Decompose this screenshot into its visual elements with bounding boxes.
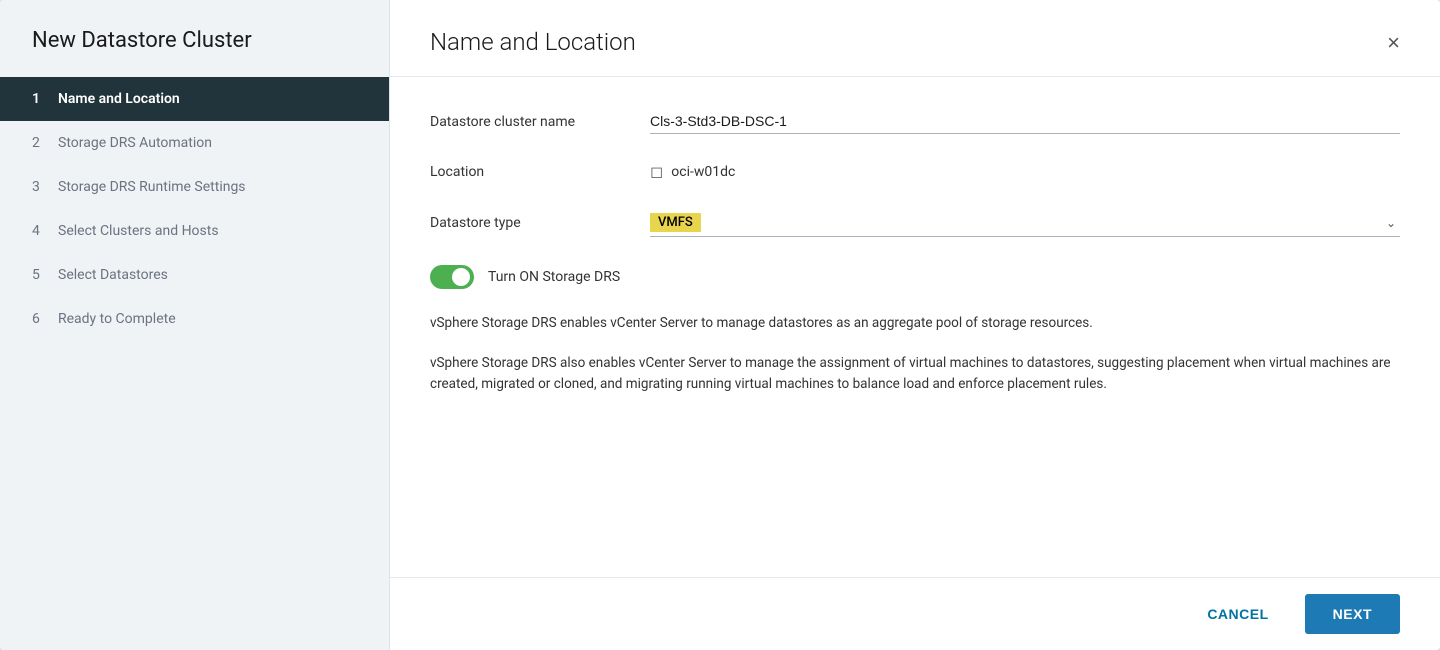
main-header: Name and Location × <box>390 0 1440 77</box>
cancel-button[interactable]: CANCEL <box>1187 596 1288 632</box>
datastore-type-value: VMFS ⌄ <box>650 209 1400 237</box>
sidebar-step-1[interactable]: 1 Name and Location <box>0 77 389 121</box>
step-number: 1 <box>32 91 50 107</box>
datastore-type-row: Datastore type VMFS ⌄ <box>430 209 1400 237</box>
step-label: Name and Location <box>58 91 180 107</box>
cluster-name-label: Datastore cluster name <box>430 114 650 130</box>
datastore-type-dropdown-wrapper: VMFS ⌄ <box>650 209 1400 237</box>
step-number: 6 <box>32 311 50 327</box>
new-datastore-cluster-dialog: New Datastore Cluster 1 Name and Locatio… <box>0 0 1440 650</box>
vmfs-highlight: VMFS <box>650 213 701 232</box>
datacenter-icon: ◻ <box>650 162 663 181</box>
step-number: 5 <box>32 267 50 283</box>
steps-list: 1 Name and Location 2 Storage DRS Automa… <box>0 77 389 341</box>
cluster-name-row: Datastore cluster name <box>430 109 1400 134</box>
sidebar: New Datastore Cluster 1 Name and Locatio… <box>0 0 390 650</box>
location-row: Location ◻ oci-w01dc <box>430 162 1400 181</box>
main-footer: CANCEL NEXT <box>390 577 1440 650</box>
sidebar-step-2[interactable]: 2 Storage DRS Automation <box>0 121 389 165</box>
main-panel: Name and Location × Datastore cluster na… <box>390 0 1440 650</box>
step-label: Storage DRS Automation <box>58 135 212 151</box>
toggle-slider <box>430 265 474 289</box>
dropdown-arrow-icon: ⌄ <box>1386 216 1396 230</box>
close-button[interactable]: × <box>1387 32 1400 54</box>
step-label: Ready to Complete <box>58 311 176 327</box>
step-number: 2 <box>32 135 50 151</box>
cluster-name-input[interactable] <box>650 109 1400 134</box>
step-number: 4 <box>32 223 50 239</box>
location-value: ◻ oci-w01dc <box>650 162 1400 181</box>
step-label: Storage DRS Runtime Settings <box>58 179 246 195</box>
location-display: ◻ oci-w01dc <box>650 162 1400 181</box>
location-text: oci-w01dc <box>671 164 735 180</box>
storage-drs-toggle-label: Turn ON Storage DRS <box>488 269 620 285</box>
main-title: Name and Location <box>430 28 636 56</box>
description-2: vSphere Storage DRS also enables vCenter… <box>430 353 1400 396</box>
datastore-type-display[interactable]: VMFS ⌄ <box>650 209 1400 236</box>
location-label: Location <box>430 164 650 180</box>
description-1: vSphere Storage DRS enables vCenter Serv… <box>430 313 1400 335</box>
sidebar-step-4[interactable]: 4 Select Clusters and Hosts <box>0 209 389 253</box>
step-number: 3 <box>32 179 50 195</box>
cluster-name-value <box>650 109 1400 134</box>
step-label: Select Clusters and Hosts <box>58 223 219 239</box>
sidebar-step-5[interactable]: 5 Select Datastores <box>0 253 389 297</box>
next-button[interactable]: NEXT <box>1305 594 1400 634</box>
storage-drs-toggle[interactable] <box>430 265 474 289</box>
main-body: Datastore cluster name Location ◻ oci-w0… <box>390 77 1440 577</box>
sidebar-title: New Datastore Cluster <box>0 0 389 77</box>
storage-drs-toggle-row: Turn ON Storage DRS <box>430 265 1400 289</box>
sidebar-step-3[interactable]: 3 Storage DRS Runtime Settings <box>0 165 389 209</box>
sidebar-step-6[interactable]: 6 Ready to Complete <box>0 297 389 341</box>
datastore-type-label: Datastore type <box>430 215 650 231</box>
step-label: Select Datastores <box>58 267 168 283</box>
